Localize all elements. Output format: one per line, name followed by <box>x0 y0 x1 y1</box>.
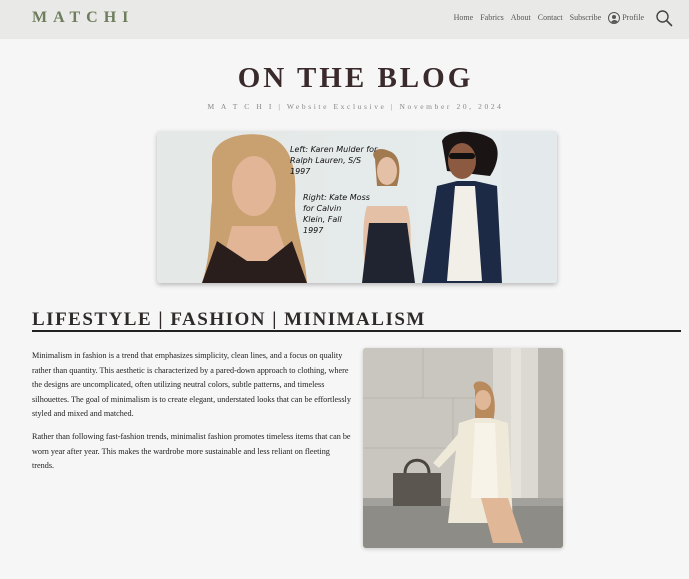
search-icon[interactable] <box>655 9 673 27</box>
profile-label: Profile <box>622 13 644 22</box>
nav-link-about[interactable]: About <box>511 13 531 22</box>
nav-link-home[interactable]: Home <box>454 13 474 22</box>
article-photo-illustration <box>363 348 563 548</box>
nav-links: Home Fabrics About Contact Subscribe Pro… <box>454 0 673 35</box>
blog-byline: M A T C H I | Website Exclusive | Novemb… <box>207 102 504 111</box>
profile-icon <box>608 11 621 24</box>
hero-caption-left: Left: Karen Mulder for Ralph Lauren, S/S… <box>290 145 378 176</box>
article-photo <box>363 348 563 548</box>
logo[interactable]: MATCHI <box>32 9 134 27</box>
profile-link[interactable]: Profile <box>608 11 644 24</box>
nav-link-fabrics[interactable]: Fabrics <box>480 13 504 22</box>
section-divider <box>32 330 681 332</box>
section-heading: LIFESTYLE | FASHION | MINIMALISM <box>32 309 426 330</box>
nav-link-subscribe[interactable]: Subscribe <box>570 13 602 22</box>
article-body: Minimalism in fashion is a trend that em… <box>32 349 352 482</box>
hero-image: Left: Karen Mulder for Ralph Lauren, S/S… <box>157 131 557 283</box>
blog-title: ON THE BLOG <box>237 62 474 94</box>
nav-link-contact[interactable]: Contact <box>538 13 563 22</box>
hero-caption-right: Right: Kate Moss for Calvin Klein, Fall … <box>303 193 370 235</box>
article-paragraph-1: Minimalism in fashion is a trend that em… <box>32 351 351 419</box>
navbar: MATCHI Home Fabrics About Contact Subscr… <box>0 0 689 39</box>
article-paragraph-2: Rather than following fast-fashion trend… <box>32 431 351 471</box>
